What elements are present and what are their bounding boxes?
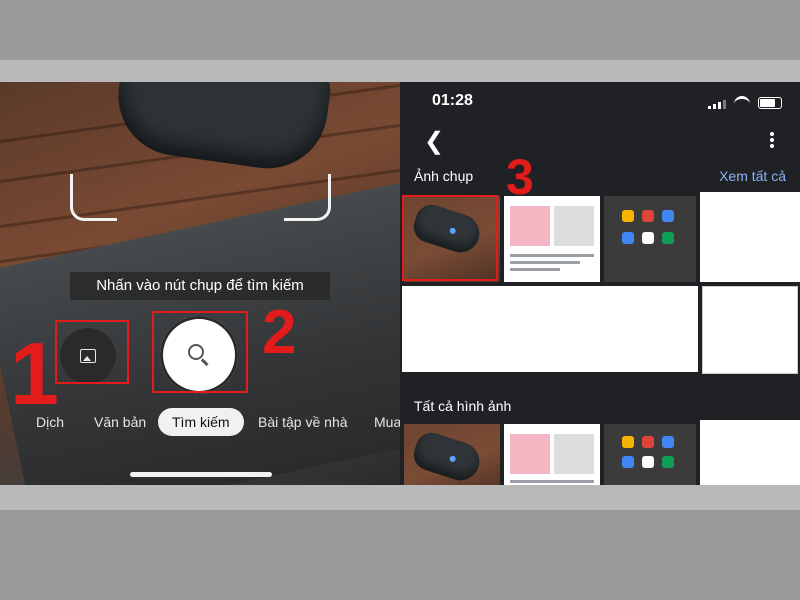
background-band bbox=[0, 485, 800, 510]
status-time: 01:28 bbox=[432, 92, 473, 109]
more-vert-icon[interactable] bbox=[770, 132, 774, 148]
image-thumbnail[interactable] bbox=[404, 424, 500, 485]
section-title-all-images: Tất cả hình ảnh bbox=[414, 398, 512, 414]
signal-icon bbox=[708, 100, 726, 109]
status-icons bbox=[708, 96, 782, 109]
background-band-top bbox=[0, 0, 800, 60]
background-band-bottom bbox=[0, 510, 800, 600]
capture-hint: Nhấn vào nút chụp để tìm kiếm bbox=[70, 272, 330, 300]
section-title-photos: Ảnh chụp bbox=[414, 168, 474, 184]
photo-thumbnail[interactable] bbox=[702, 286, 798, 374]
see-all-link[interactable]: Xem tất cả bbox=[719, 168, 786, 184]
photo-thumbnail[interactable] bbox=[700, 192, 800, 282]
mode-shopping[interactable]: Mua bbox=[374, 414, 400, 430]
annotation-box-1 bbox=[55, 320, 129, 384]
viewfinder-corner-left bbox=[70, 174, 117, 221]
mode-homework[interactable]: Bài tập về nhà bbox=[258, 414, 348, 430]
photo-thumbnail[interactable] bbox=[604, 196, 696, 282]
annotation-box-2 bbox=[152, 311, 248, 393]
mode-bar: Dịch Văn bản Tìm kiếm Bài tập về nhà Mua bbox=[0, 408, 400, 442]
annotation-box-3 bbox=[402, 195, 498, 281]
annotation-number-1: 1 bbox=[10, 324, 59, 423]
photo-thumbnail[interactable] bbox=[504, 196, 600, 282]
image-picker: 01:28 ❮ Ảnh chụp Xem tất cả 3 Tất cả hìn… bbox=[400, 82, 800, 485]
back-arrow-icon[interactable]: ❮ bbox=[424, 130, 444, 154]
wifi-icon bbox=[734, 96, 750, 109]
background-band bbox=[0, 60, 800, 82]
annotation-number-2: 2 bbox=[262, 298, 297, 367]
viewfinder-corner-right bbox=[284, 174, 331, 221]
battery-icon bbox=[758, 97, 782, 109]
annotation-number-3: 3 bbox=[506, 149, 534, 205]
mode-text[interactable]: Văn bản bbox=[94, 414, 146, 430]
mode-translate[interactable]: Dịch bbox=[36, 414, 64, 430]
image-thumbnail[interactable] bbox=[604, 424, 696, 485]
home-indicator bbox=[130, 472, 272, 477]
mode-search[interactable]: Tìm kiếm bbox=[158, 408, 244, 436]
camera-view: Nhấn vào nút chụp để tìm kiếm 1 2 Dịch V… bbox=[0, 82, 400, 485]
photo-thumbnail[interactable] bbox=[402, 286, 698, 372]
image-thumbnail[interactable] bbox=[504, 424, 600, 485]
image-thumbnail[interactable] bbox=[700, 420, 800, 485]
